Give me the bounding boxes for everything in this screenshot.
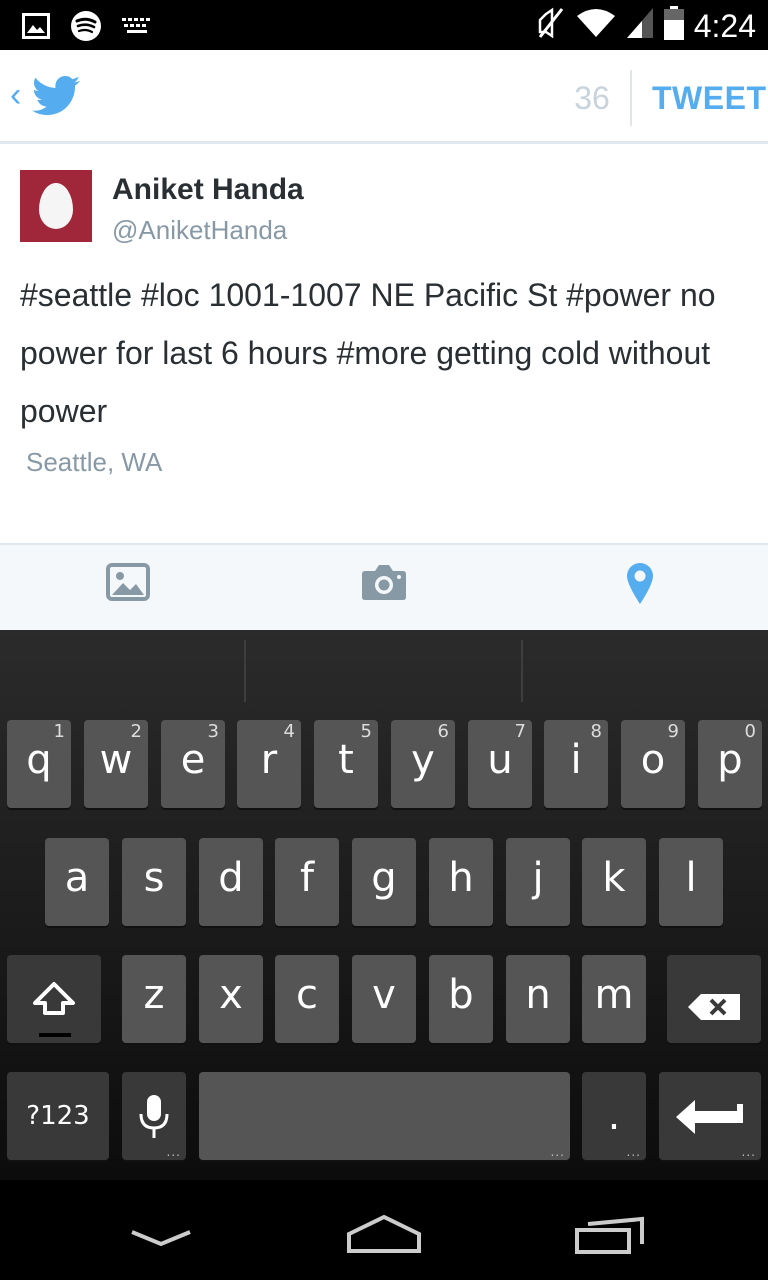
battery-icon bbox=[663, 6, 684, 45]
key-g[interactable]: g bbox=[352, 838, 416, 926]
key-h[interactable]: h bbox=[429, 838, 493, 926]
key-r[interactable]: 4r bbox=[237, 720, 301, 808]
compose-header: ‹ 36 TWEET bbox=[0, 50, 768, 144]
back-nav-icon[interactable] bbox=[130, 1228, 192, 1253]
status-bar: 4:24 bbox=[0, 0, 768, 50]
header-divider bbox=[630, 70, 632, 126]
mute-icon bbox=[536, 6, 566, 45]
voice-input-key[interactable]: ... bbox=[122, 1072, 186, 1160]
location-pin-icon[interactable] bbox=[625, 561, 655, 610]
twitter-bird-icon[interactable] bbox=[32, 75, 80, 121]
tweet-button[interactable]: TWEET bbox=[652, 78, 766, 118]
enter-key[interactable]: ... bbox=[659, 1072, 761, 1160]
character-counter: 36 bbox=[574, 80, 610, 116]
microphone-icon bbox=[138, 1094, 170, 1150]
space-key[interactable]: ... bbox=[199, 1072, 570, 1160]
key-l[interactable]: l bbox=[659, 838, 723, 926]
gallery-icon[interactable] bbox=[106, 563, 150, 606]
gallery-icon bbox=[22, 13, 50, 44]
key-v[interactable]: v bbox=[352, 955, 416, 1043]
wifi-icon bbox=[576, 7, 616, 44]
key-y[interactable]: 6y bbox=[391, 720, 455, 808]
key-c[interactable]: c bbox=[275, 955, 339, 1043]
key-w[interactable]: 2w bbox=[84, 720, 148, 808]
signal-icon bbox=[626, 7, 654, 44]
keyboard-icon bbox=[122, 16, 152, 41]
avatar bbox=[20, 170, 92, 242]
key-k[interactable]: k bbox=[582, 838, 646, 926]
key-i[interactable]: 8i bbox=[544, 720, 608, 808]
key-x[interactable]: x bbox=[199, 955, 263, 1043]
compose-tweet-screen: ‹ 36 TWEET Aniket Handa @AniketHanda #se… bbox=[0, 50, 768, 630]
key-j[interactable]: j bbox=[506, 838, 570, 926]
key-o[interactable]: 9o bbox=[621, 720, 685, 808]
key-b[interactable]: b bbox=[429, 955, 493, 1043]
backspace-icon bbox=[687, 985, 741, 1031]
key-m[interactable]: m bbox=[582, 955, 646, 1043]
clock: 4:24 bbox=[693, 7, 756, 44]
location-label[interactable]: Seattle, WA bbox=[26, 446, 162, 478]
period-key[interactable]: .... bbox=[582, 1072, 646, 1160]
compose-toolbar bbox=[0, 543, 768, 630]
suggestion-divider bbox=[244, 640, 246, 702]
key-d[interactable]: d bbox=[199, 838, 263, 926]
user-name: Aniket Handa bbox=[112, 173, 304, 206]
key-q[interactable]: 1q bbox=[7, 720, 71, 808]
egg-avatar-icon bbox=[39, 183, 73, 229]
key-s[interactable]: s bbox=[122, 838, 186, 926]
soft-keyboard: 1q 2w 3e 4r 5t 6y 7u 8i 9o 0p a s d f g … bbox=[0, 630, 768, 1180]
recents-nav-icon[interactable] bbox=[574, 1216, 646, 1261]
backspace-key[interactable] bbox=[667, 955, 761, 1043]
key-a[interactable]: a bbox=[45, 838, 109, 926]
key-p[interactable]: 0p bbox=[698, 720, 762, 808]
key-n[interactable]: n bbox=[506, 955, 570, 1043]
camera-icon[interactable] bbox=[361, 563, 407, 606]
shift-key[interactable] bbox=[7, 955, 101, 1043]
key-t[interactable]: 5t bbox=[314, 720, 378, 808]
user-handle: @AniketHanda bbox=[112, 215, 288, 245]
tweet-text-input[interactable]: #seattle #loc 1001-1007 NE Pacific St #p… bbox=[20, 266, 740, 440]
key-u[interactable]: 7u bbox=[468, 720, 532, 808]
shift-arrow-icon bbox=[31, 981, 77, 1031]
key-z[interactable]: z bbox=[122, 955, 186, 1043]
symbols-key[interactable]: ?123 bbox=[7, 1072, 109, 1160]
home-nav-icon[interactable] bbox=[346, 1214, 422, 1259]
enter-arrow-icon bbox=[675, 1098, 745, 1146]
key-f[interactable]: f bbox=[275, 838, 339, 926]
spotify-icon bbox=[70, 10, 102, 47]
back-chevron-icon[interactable]: ‹ bbox=[10, 78, 21, 112]
key-e[interactable]: 3e bbox=[161, 720, 225, 808]
suggestion-divider bbox=[521, 640, 523, 702]
system-nav-bar bbox=[0, 1180, 768, 1280]
